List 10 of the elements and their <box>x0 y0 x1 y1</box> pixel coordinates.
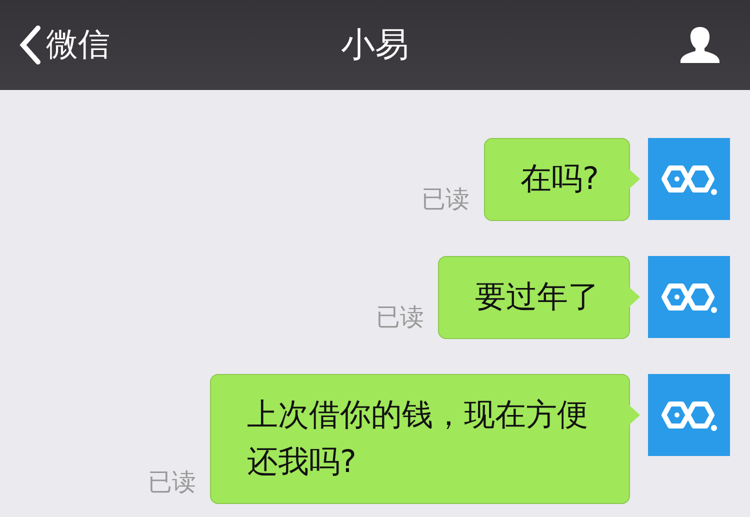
chat-title: 小易 <box>341 25 409 65</box>
back-button[interactable]: 微信 <box>18 23 110 67</box>
read-status: 已读 <box>422 184 470 215</box>
avatar-icon[interactable] <box>648 138 730 220</box>
read-status: 已读 <box>148 467 196 498</box>
person-icon[interactable] <box>680 26 720 64</box>
avatar-icon[interactable] <box>648 374 730 456</box>
avatar-icon[interactable] <box>648 256 730 338</box>
back-chevron-icon <box>18 25 42 65</box>
read-status: 已读 <box>376 302 424 333</box>
